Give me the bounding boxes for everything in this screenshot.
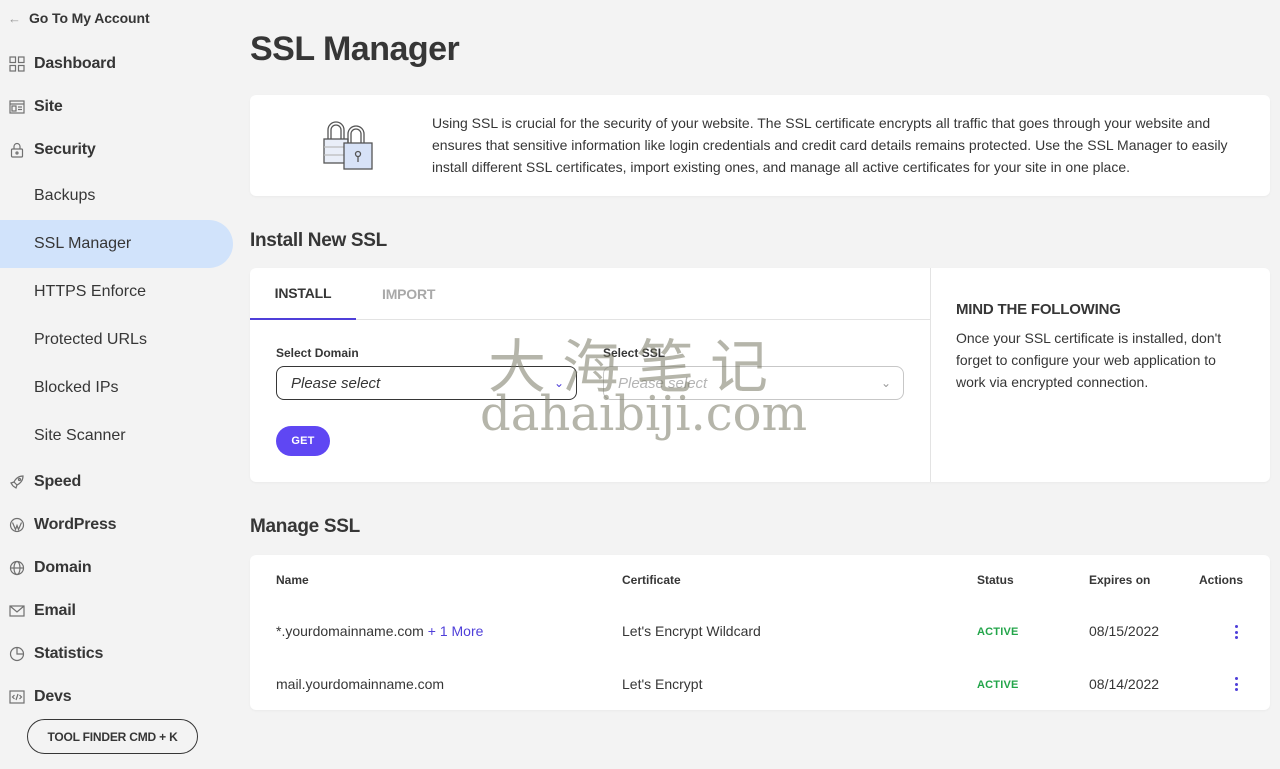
cert-name: mail.yourdomainname.com — [276, 676, 444, 692]
sidebar-item-https-enforce[interactable]: HTTPS Enforce — [0, 268, 233, 316]
cert-domain: mail.yourdomainname.com — [276, 676, 445, 692]
intro-text: Using SSL is crucial for the security of… — [432, 115, 1228, 175]
sidebar-item-label: Speed — [34, 473, 82, 490]
arrow-left-icon: ← — [8, 10, 21, 26]
sidebar-item-speed[interactable]: Speed — [0, 467, 81, 497]
cert-name: *.yourdomainname.com + 1 More — [276, 623, 483, 639]
tab-install[interactable]: INSTALL — [250, 268, 356, 320]
sidebar-item-label: SSL Manager — [34, 235, 132, 252]
sidebar-item-site[interactable]: Site — [0, 92, 63, 122]
sidebar-item-ssl-manager[interactable]: SSL Manager — [0, 220, 233, 268]
sidebar-item-blocked-ips[interactable]: Blocked IPs — [0, 364, 233, 412]
sidebar-item-label: WordPress — [34, 516, 117, 533]
page-title: SSL Manager — [250, 30, 460, 68]
install-tabs: INSTALL IMPORT — [250, 268, 930, 320]
mind-title: MIND THE FOLLOWING — [956, 301, 1121, 318]
sidebar-item-site-scanner[interactable]: Site Scanner — [0, 412, 233, 460]
status-badge: ACTIVE — [977, 679, 1019, 691]
sidebar-item-label: Dashboard — [34, 55, 116, 72]
sidebar-item-backups[interactable]: Backups — [0, 172, 233, 220]
mind-text: Once your SSL certificate is installed, … — [956, 330, 1222, 390]
expires-date: 08/14/2022 — [1089, 676, 1160, 692]
sidebar-item-dashboard[interactable]: Dashboard — [0, 49, 116, 79]
sidebar-item-label: Site — [34, 98, 63, 115]
lock-icon — [9, 142, 25, 158]
rocket-icon — [9, 474, 25, 490]
sidebar-item-label: Backups — [34, 187, 96, 204]
tab-import[interactable]: IMPORT — [382, 268, 435, 320]
sidebar-item-devs[interactable]: Devs — [0, 682, 72, 712]
install-card: INSTALL IMPORT Select Domain Please sele… — [250, 268, 1270, 482]
sidebar-item-protected-urls[interactable]: Protected URLs — [0, 316, 233, 364]
manage-section-title: Manage SSL — [250, 516, 360, 537]
more-domains-link[interactable]: + 1 More — [428, 623, 484, 639]
sidebar-item-label: Site Scanner — [34, 427, 126, 444]
column-header-certificate: Certificate — [622, 573, 681, 587]
sidebar-item-label: HTTPS Enforce — [34, 283, 147, 300]
sidebar-item-label: Protected URLs — [34, 331, 147, 348]
mail-icon — [9, 603, 25, 619]
select-ssl-dropdown[interactable]: Please select ⌄ — [603, 366, 904, 400]
globe-icon — [9, 560, 25, 576]
tool-finder-button[interactable]: TOOL FINDER CMD + K — [27, 719, 198, 754]
wordpress-icon — [9, 517, 25, 533]
site-icon — [9, 99, 25, 115]
sidebar-item-label: Devs — [34, 688, 72, 705]
more-actions-icon[interactable] — [1229, 675, 1243, 693]
sidebar-item-label: Domain — [34, 559, 92, 576]
status-badge: ACTIVE — [977, 626, 1019, 638]
sidebar-item-label: Security — [34, 141, 96, 158]
select-ssl-label: Select SSL — [603, 346, 666, 360]
sidebar-item-wordpress[interactable]: WordPress — [0, 510, 117, 540]
padlocks-icon — [320, 117, 376, 173]
column-header-expires: Expires on — [1089, 573, 1151, 587]
go-to-account-label: Go To My Account — [29, 10, 150, 26]
sidebar-item-label: Blocked IPs — [34, 379, 119, 396]
sidebar: ← Go To My Account Dashboard Site Securi… — [0, 0, 233, 769]
cert-type: Let's Encrypt Wildcard — [622, 623, 761, 639]
chevron-down-icon: ⌄ — [553, 376, 564, 390]
pie-chart-icon — [9, 646, 25, 662]
go-to-account-link[interactable]: ← Go To My Account — [8, 8, 150, 28]
get-button[interactable]: GET — [276, 426, 330, 456]
select-domain-label: Select Domain — [276, 346, 359, 360]
select-domain-dropdown[interactable]: Please select ⌄ — [276, 366, 577, 400]
column-header-actions: Actions — [1199, 573, 1244, 587]
manage-ssl-table: Name Certificate Status Expires on Actio… — [250, 555, 1270, 710]
cert-type: Let's Encrypt — [622, 676, 703, 692]
code-icon — [9, 689, 25, 705]
divider — [930, 268, 931, 482]
chevron-down-icon: ⌄ — [880, 376, 891, 390]
grid-icon — [9, 56, 25, 72]
sidebar-item-statistics[interactable]: Statistics — [0, 639, 103, 669]
sidebar-item-label: Statistics — [34, 645, 104, 662]
sidebar-item-domain[interactable]: Domain — [0, 553, 92, 583]
more-actions-icon[interactable] — [1229, 623, 1243, 641]
sidebar-item-security[interactable]: Security — [0, 135, 96, 165]
intro-card: Using SSL is crucial for the security of… — [250, 95, 1270, 196]
column-header-status: Status — [977, 573, 1014, 587]
column-header-name: Name — [276, 573, 309, 587]
sidebar-item-label: Email — [34, 602, 76, 619]
select-ssl-placeholder: Please select — [618, 374, 708, 392]
select-domain-placeholder: Please select — [291, 374, 381, 392]
expires-date: 08/15/2022 — [1089, 623, 1160, 639]
cert-domain: *.yourdomainname.com — [276, 623, 424, 639]
sidebar-item-email[interactable]: Email — [0, 596, 76, 626]
install-section-title: Install New SSL — [250, 230, 387, 251]
